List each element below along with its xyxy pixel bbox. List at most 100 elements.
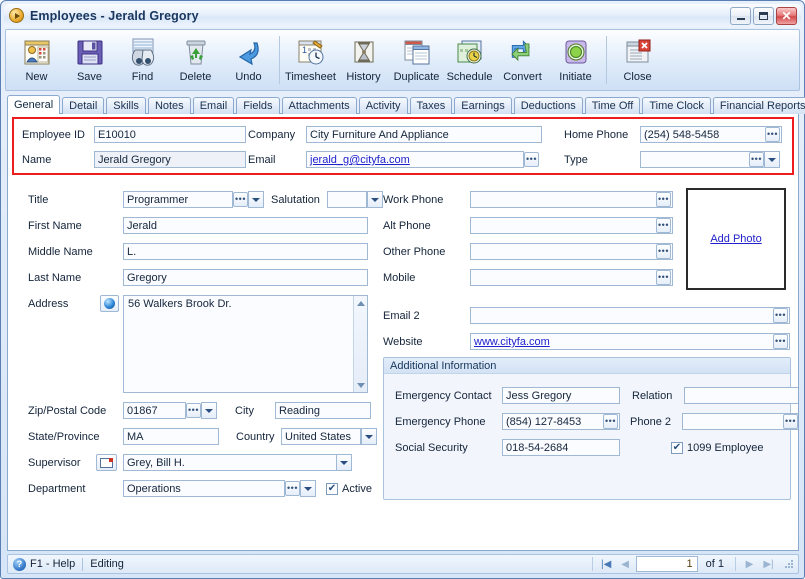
address-scroll-down-icon[interactable] — [354, 378, 367, 392]
address-scrollbar[interactable] — [353, 296, 367, 392]
toolbar-duplicate-button[interactable]: Duplicate — [390, 33, 443, 89]
title-dropdown-arrow[interactable] — [248, 191, 264, 208]
previous-record-icon[interactable]: ◀ — [617, 557, 634, 572]
close-button[interactable]: ✕ — [776, 6, 797, 25]
zip-label: Zip/Postal Code — [28, 404, 107, 417]
social-security-input[interactable]: 018-54-2684 — [502, 439, 620, 456]
zip-dropdown-arrow[interactable] — [201, 402, 217, 419]
toolbar-save-button[interactable]: Save — [63, 33, 116, 89]
department-input[interactable]: Operations — [123, 480, 285, 497]
middle-name-label: Middle Name — [28, 245, 93, 258]
email-input[interactable]: jerald_g@cityfa.com — [306, 151, 524, 168]
status-separator — [82, 557, 84, 571]
department-browse-icon[interactable]: ••• — [285, 481, 300, 496]
emergency-contact-input[interactable]: Jess Gregory — [502, 387, 620, 404]
tab-notes[interactable]: Notes — [147, 97, 191, 114]
tab-general[interactable]: General — [7, 95, 61, 114]
employee-id-input[interactable]: E10010 — [94, 126, 246, 143]
record-number-input[interactable]: 1 — [635, 556, 698, 572]
email2-browse-icon[interactable]: ••• — [773, 308, 788, 323]
supervisor-lookup-icon[interactable] — [96, 454, 117, 471]
tab-detail[interactable]: Detail — [62, 97, 105, 114]
zip-input[interactable]: 01867 — [123, 402, 186, 419]
toolbar-find-button[interactable]: Find — [116, 33, 169, 89]
tab-time-off[interactable]: Time Off — [584, 97, 641, 114]
relation-input[interactable] — [684, 387, 798, 404]
department-label: Department — [28, 482, 86, 495]
last-name-input[interactable]: Gregory — [123, 269, 368, 286]
zip-browse-icon[interactable]: ••• — [186, 403, 201, 418]
supervisor-dropdown-arrow[interactable] — [336, 454, 352, 471]
maximize-button[interactable] — [753, 6, 774, 25]
other-phone-input[interactable] — [470, 243, 673, 260]
email-browse-icon[interactable]: ••• — [524, 152, 539, 167]
alt-phone-browse-icon[interactable]: ••• — [656, 218, 671, 233]
tab-financial-reports[interactable]: Financial Reports — [712, 97, 805, 114]
next-record-icon[interactable]: ▶ — [741, 557, 758, 572]
emergency-phone-browse-icon[interactable]: ••• — [603, 414, 618, 429]
mobile-input[interactable] — [470, 269, 673, 286]
email2-input[interactable] — [470, 307, 790, 324]
other-phone-browse-icon[interactable]: ••• — [656, 244, 671, 259]
address-scroll-up-icon[interactable] — [354, 296, 367, 310]
type-input[interactable] — [640, 151, 766, 168]
toolbar-undo-button[interactable]: Undo — [222, 33, 275, 89]
home-phone-browse-icon[interactable]: ••• — [765, 127, 780, 142]
country-dropdown-arrow[interactable] — [361, 428, 377, 445]
toolbar-initiate-button[interactable]: Initiate — [549, 33, 602, 89]
type-dropdown-arrow[interactable] — [764, 151, 780, 168]
city-label: City — [235, 404, 254, 417]
salutation-input[interactable] — [327, 191, 367, 208]
help-icon[interactable]: ? — [13, 557, 26, 571]
home-phone-input[interactable]: (254) 548-5458 — [640, 126, 782, 143]
country-input[interactable]: United States — [281, 428, 361, 445]
name-input[interactable]: Jerald Gregory — [94, 151, 246, 168]
website-input[interactable]: www.cityfa.com — [470, 333, 790, 350]
tab-taxes[interactable]: Taxes — [409, 97, 453, 114]
title-input[interactable]: Programmer — [123, 191, 233, 208]
tab-time-clock[interactable]: Time Clock — [642, 97, 711, 114]
phone2-browse-icon[interactable]: ••• — [783, 414, 798, 429]
toolbar-schedule-button[interactable]: Schedule — [443, 33, 496, 89]
middle-name-input[interactable]: L. — [123, 243, 368, 260]
toolbar-new-button[interactable]: New — [10, 33, 63, 89]
active-checkbox[interactable] — [326, 482, 338, 495]
department-dropdown-arrow[interactable] — [300, 480, 316, 497]
city-input[interactable]: Reading — [275, 402, 371, 419]
last-record-icon[interactable]: ▶| — [760, 557, 777, 572]
tab-earnings[interactable]: Earnings — [454, 97, 512, 114]
salutation-dropdown-arrow[interactable] — [367, 191, 383, 208]
resize-grip-icon[interactable] — [783, 558, 795, 570]
mobile-browse-icon[interactable]: ••• — [656, 270, 671, 285]
toolbar-timesheet-button[interactable]: 1 Timesheet — [284, 33, 337, 89]
work-phone-browse-icon[interactable]: ••• — [656, 192, 671, 207]
toolbar-convert-button[interactable]: Convert — [496, 33, 549, 89]
address-textarea[interactable]: 56 Walkers Brook Dr. — [123, 295, 368, 393]
tab-deductions[interactable]: Deductions — [513, 97, 583, 114]
add-photo-link[interactable]: Add Photo — [710, 233, 761, 245]
address-map-globe-icon[interactable] — [100, 295, 119, 312]
tab-skills[interactable]: Skills — [106, 97, 146, 114]
alt-phone-input[interactable] — [470, 217, 673, 234]
first-name-input[interactable]: Jerald — [123, 217, 368, 234]
website-browse-icon[interactable]: ••• — [773, 334, 788, 349]
photo-placeholder[interactable]: Add Photo — [686, 188, 786, 290]
tab-attachments[interactable]: Attachments — [281, 97, 357, 114]
toolbar-history-button[interactable]: History — [337, 33, 390, 89]
state-input[interactable]: MA — [123, 428, 219, 445]
relation-label: Relation — [632, 389, 673, 402]
type-browse-icon[interactable]: ••• — [749, 152, 764, 167]
employee-1099-checkbox[interactable] — [671, 441, 683, 454]
supervisor-input[interactable]: Grey, Bill H. — [123, 454, 352, 471]
tab-email[interactable]: Email — [192, 97, 235, 114]
toolbar-close-button[interactable]: Close — [611, 33, 664, 89]
tab-fields[interactable]: Fields — [236, 97, 280, 114]
work-phone-input[interactable] — [470, 191, 673, 208]
minimize-button[interactable] — [730, 6, 751, 25]
tab-activity[interactable]: Activity — [358, 97, 408, 114]
phone2-input[interactable] — [682, 413, 798, 430]
first-record-icon[interactable]: |◀ — [598, 557, 615, 572]
title-browse-icon[interactable]: ••• — [233, 192, 248, 207]
toolbar-delete-button[interactable]: Delete — [169, 33, 222, 89]
company-input[interactable]: City Furniture And Appliance — [306, 126, 542, 143]
